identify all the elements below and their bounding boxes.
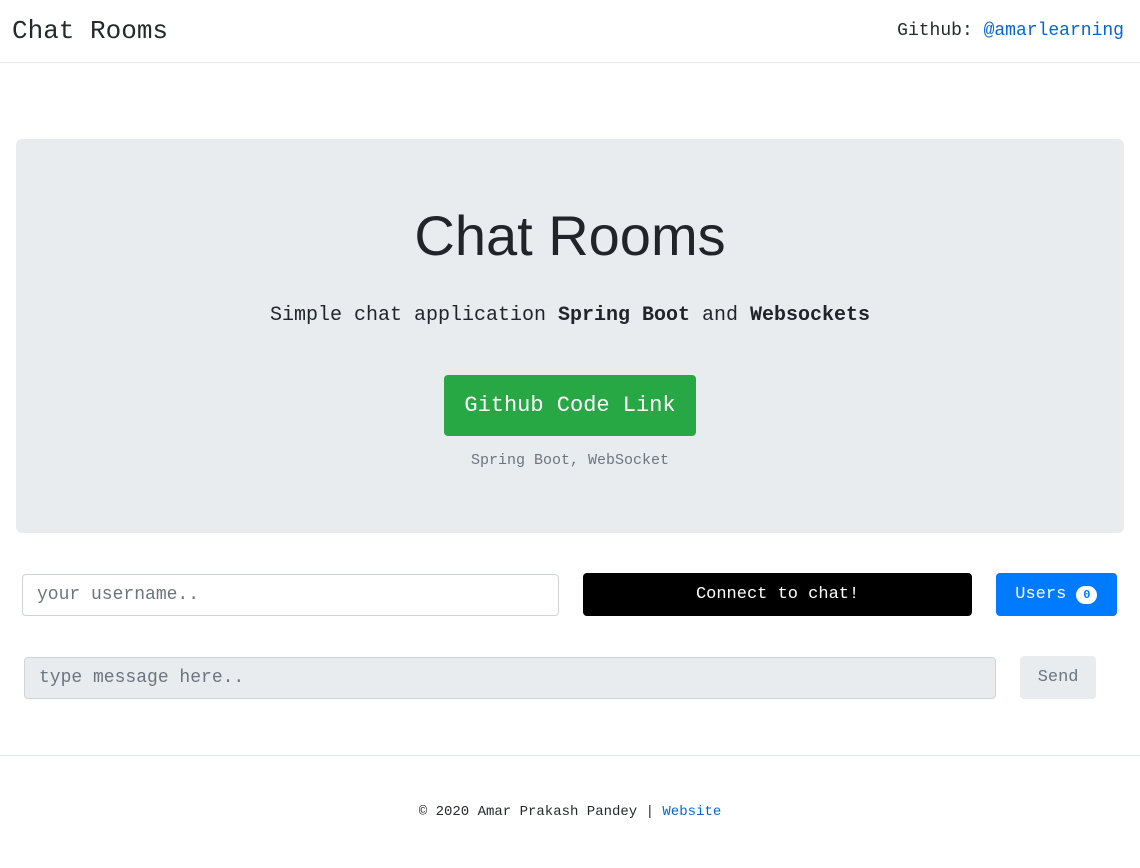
github-label: Github:	[897, 21, 983, 41]
page-header: Chat Rooms Github: @amarlearning	[0, 0, 1140, 63]
users-label: Users	[1015, 585, 1066, 604]
footer-copyright: © 2020 Amar Prakash Pandey |	[419, 804, 663, 820]
users-button[interactable]: Users 0	[996, 573, 1117, 616]
message-input[interactable]	[24, 657, 996, 699]
users-count-badge: 0	[1076, 586, 1097, 604]
connect-button[interactable]: Connect to chat!	[583, 573, 972, 616]
send-button[interactable]: Send	[1020, 656, 1096, 699]
page-footer: © 2020 Amar Prakash Pandey | Website	[0, 755, 1140, 868]
header-title: Chat Rooms	[12, 16, 168, 46]
jumbotron-small: Spring Boot, WebSocket	[48, 452, 1092, 469]
jumbotron: Chat Rooms Simple chat application Sprin…	[16, 139, 1124, 533]
github-link[interactable]: @amarlearning	[984, 21, 1124, 41]
message-row: Send	[24, 656, 1116, 699]
username-input[interactable]	[22, 574, 559, 616]
connect-row: Connect to chat! Users 0	[22, 573, 1118, 616]
subtitle-prefix: Simple chat application	[270, 304, 558, 327]
jumbotron-title: Chat Rooms	[48, 203, 1092, 268]
header-github: Github: @amarlearning	[897, 21, 1124, 41]
subtitle-mid: and	[690, 304, 750, 327]
main-container: Chat Rooms Simple chat application Sprin…	[0, 63, 1140, 755]
subtitle-bold1: Spring Boot	[558, 304, 690, 327]
jumbotron-subtitle: Simple chat application Spring Boot and …	[48, 304, 1092, 327]
footer-website-link[interactable]: Website	[662, 804, 721, 820]
github-code-link-button[interactable]: Github Code Link	[444, 375, 695, 436]
subtitle-bold2: Websockets	[750, 304, 870, 327]
